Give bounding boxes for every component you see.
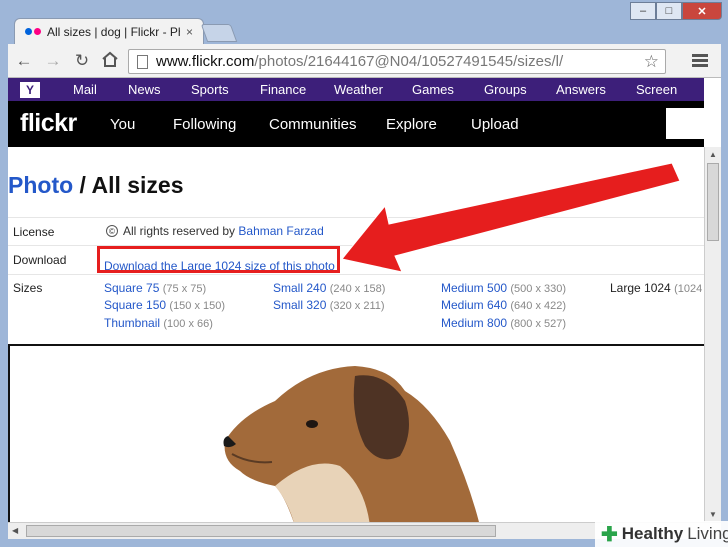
watermark-word-2: Living [687,524,728,543]
health-plus-icon: ✚ [601,523,618,546]
annotation-arrow-icon [341,162,681,273]
watermark: ✚ Healthy Living [595,521,728,547]
watermark-word-1: Healthy [621,524,684,543]
